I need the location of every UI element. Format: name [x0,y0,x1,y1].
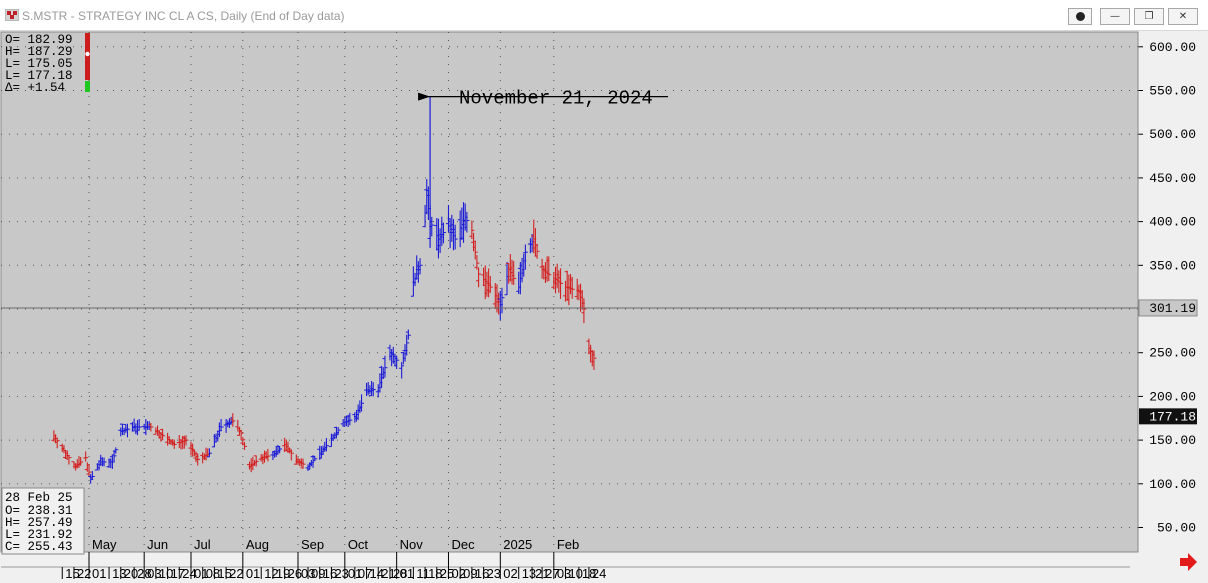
day-label: 13 [522,566,536,581]
day-label: 01 [400,566,414,581]
y-tick-label: 400.00 [1149,215,1196,230]
y-tick-label: 200.00 [1149,389,1196,404]
price-chart[interactable]: 600.00550.00500.00450.00400.00350.00300.… [0,31,1208,583]
month-label: Feb [557,537,579,552]
y-tick-label: 500.00 [1149,127,1196,142]
y-tick-label: 150.00 [1149,433,1196,448]
price-marker-label: 301.19 [1149,301,1196,316]
readout-close-2: C= 255.43 [5,540,73,554]
month-label: Sep [301,537,324,552]
title-bar: S.MSTR - STRATEGY INC CL A CS, Daily (En… [0,0,1208,31]
minimize-button[interactable]: — [1100,8,1130,25]
range-indicator-red [85,33,90,80]
y-tick-label: 350.00 [1149,258,1196,273]
restore-icon: ❐ [1144,11,1154,22]
day-label: 23 [487,566,501,581]
day-label: 02 [503,566,517,581]
day-label: 20 [124,566,138,581]
y-tick-label: 250.00 [1149,346,1196,361]
month-label: May [92,537,117,552]
day-label: 01 [92,566,106,581]
close-button[interactable]: ✕ [1168,8,1198,25]
day-label: 10 [569,566,583,581]
dot-button[interactable] [1068,8,1092,25]
annotation-text: November 21, 2024 [459,88,653,110]
day-label: 01 [246,566,260,581]
restore-button[interactable]: ❐ [1134,8,1164,25]
month-label: Oct [348,537,369,552]
readout-change: Δ= +1.54 [5,81,65,95]
day-label: 23 [334,566,348,581]
y-tick-label: 100.00 [1149,477,1196,492]
price-marker-label: 177.18 [1149,409,1196,424]
plot-area[interactable] [0,31,1139,553]
month-label: Jul [194,537,211,552]
y-tick-label: 50.00 [1157,521,1196,536]
minimize-icon: — [1110,11,1120,22]
ohlc-readout-bottom: 28 Feb 25 O= 238.31 H= 257.49 L= 231.92 … [1,487,85,555]
month-label: Dec [451,537,475,552]
month-label: 2025 [503,537,532,552]
y-tick-label: 600.00 [1149,40,1196,55]
range-indicator-dot [85,51,90,57]
dot-icon [1075,12,1085,21]
month-label: Jun [147,537,168,552]
readout-date: 28 Feb 25 [5,491,73,505]
y-tick-label: 550.00 [1149,84,1196,99]
app-icon [5,9,19,21]
range-indicator-green [85,81,90,92]
day-label: 24 [592,566,606,581]
day-label: 26 [288,566,302,581]
month-label: Aug [246,537,269,552]
y-tick-label: 450.00 [1149,171,1196,186]
window-title: S.MSTR - STRATEGY INC CL A CS, Daily (En… [22,9,345,23]
month-label: Nov [400,537,424,552]
day-label: 22 [229,566,243,581]
close-icon: ✕ [1178,11,1188,22]
